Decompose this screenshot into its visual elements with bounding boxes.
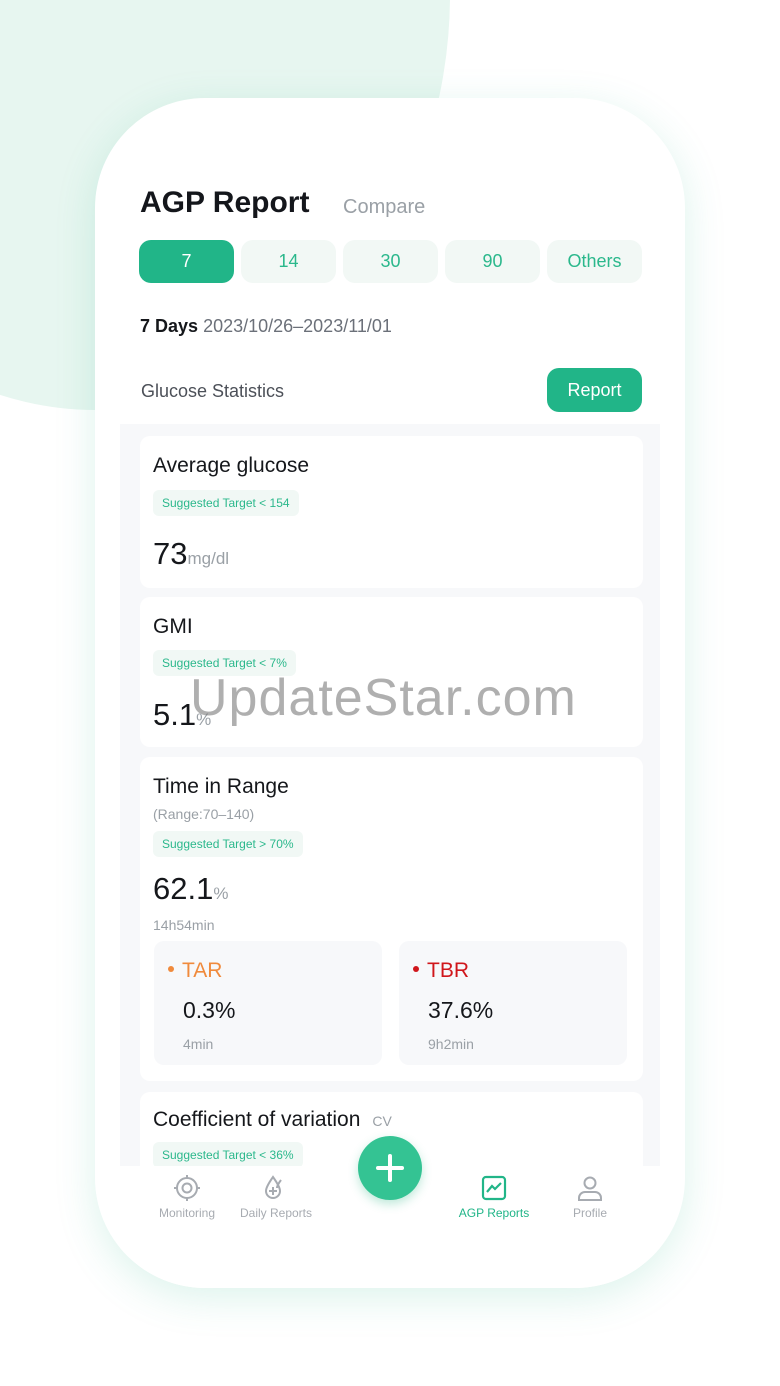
time-in-range-duration: 14h54min <box>153 917 215 933</box>
nav-item-monitoring[interactable]: Monitoring <box>137 1174 237 1220</box>
cv-title-text: Coefficient of variation <box>153 1108 361 1131</box>
plus-icon <box>376 1154 404 1182</box>
target-icon <box>174 1175 200 1201</box>
chart-icon <box>481 1175 507 1201</box>
nav-label-daily-reports: Daily Reports <box>239 1206 313 1220</box>
cv-target: Suggested Target < 36% <box>153 1142 303 1168</box>
compare-tab[interactable]: Compare <box>343 196 425 219</box>
time-in-range-title: Time in Range <box>153 775 289 798</box>
average-glucose-number: 73 <box>153 536 188 571</box>
nav-label-monitoring: Monitoring <box>158 1206 216 1220</box>
page-title: AGP Report <box>140 186 310 219</box>
report-button[interactable]: Report <box>547 368 642 412</box>
person-icon <box>578 1176 602 1201</box>
tar-duration: 4min <box>183 1036 214 1052</box>
time-in-range-card: Time in Range (Range:70–140) Suggested T… <box>140 757 643 1081</box>
time-in-range-range-note: (Range:70–140) <box>153 806 255 822</box>
tbr-dot-icon <box>413 966 419 973</box>
cv-title: Coefficient of variation CV <box>153 1108 392 1132</box>
tar-dot-icon <box>168 966 174 973</box>
tbr-label: TBR <box>413 959 469 983</box>
tbr-card: TBR 37.6% 9h2min <box>399 941 627 1065</box>
nav-item-agp-reports[interactable]: AGP Reports <box>444 1174 544 1220</box>
tar-value: 0.3% <box>183 997 236 1023</box>
time-in-range-value: 62.1% <box>153 871 228 907</box>
nav-item-daily-reports[interactable]: Daily Reports <box>226 1174 326 1220</box>
nav-item-profile[interactable]: Profile <box>540 1174 640 1220</box>
nav-label-agp-reports: AGP Reports <box>458 1206 530 1220</box>
time-in-range-target: Suggested Target > 70% <box>153 831 303 857</box>
time-in-range-number: 62.1 <box>153 871 214 906</box>
average-glucose-unit: mg/dl <box>187 549 230 568</box>
average-glucose-value: 73mg/dl <box>153 536 229 572</box>
watermark: UpdateStar.com <box>190 669 577 727</box>
average-glucose-target: Suggested Target < 154 <box>153 490 299 516</box>
tab-7-days[interactable]: 7 <box>139 240 234 283</box>
tbr-label-text: TBR <box>427 959 469 982</box>
tar-card: TAR 0.3% 4min <box>154 941 382 1065</box>
gmi-title: GMI <box>153 615 193 638</box>
time-in-range-unit: % <box>213 884 229 903</box>
drop-plus-icon <box>264 1175 282 1199</box>
tab-90-days[interactable]: 90 <box>445 240 540 283</box>
tar-label: TAR <box>168 959 222 983</box>
nav-label-profile: Profile <box>572 1206 607 1220</box>
add-button[interactable] <box>358 1136 422 1200</box>
statistics-list[interactable]: Average glucose Suggested Target < 154 7… <box>120 424 660 1169</box>
average-glucose-card: Average glucose Suggested Target < 154 7… <box>140 436 643 588</box>
page: AGP Report Compare 7 14 30 90 Others 7 D… <box>0 0 780 1386</box>
date-range-dates: 2023/10/26–2023/11/01 <box>203 316 392 336</box>
average-glucose-title: Average glucose <box>153 454 310 477</box>
date-range: 7 Days 2023/10/26–2023/11/01 <box>140 316 392 337</box>
section-title: Glucose Statistics <box>141 381 285 401</box>
tab-others[interactable]: Others <box>547 240 642 283</box>
tbr-duration: 9h2min <box>428 1036 474 1052</box>
tar-label-text: TAR <box>182 959 223 982</box>
tbr-value: 37.6% <box>428 997 494 1023</box>
cv-tag: CV <box>372 1113 392 1129</box>
date-range-days: 7 Days <box>140 316 199 336</box>
tab-30-days[interactable]: 30 <box>343 240 438 283</box>
tab-14-days[interactable]: 14 <box>241 240 336 283</box>
